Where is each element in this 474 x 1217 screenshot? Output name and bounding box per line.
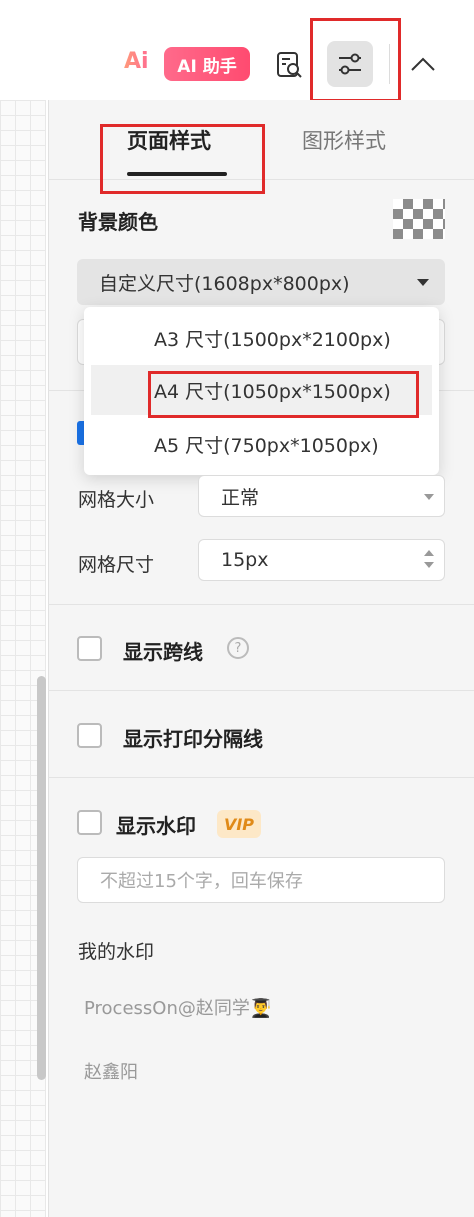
grid-spacing-label: 网格尺寸 — [78, 554, 155, 576]
watermark-item[interactable]: ProcessOn@赵同学👨‍🎓 — [84, 994, 272, 1020]
ai-assistant-button[interactable]: AI 助手 — [164, 47, 250, 81]
grid-spacing-value: 15px — [221, 549, 269, 571]
checker-transparent-icon[interactable] — [393, 199, 445, 239]
my-watermark-title: 我的水印 — [78, 941, 155, 963]
background-color-title: 背景颜色 — [78, 210, 158, 234]
vip-badge: VIP — [217, 810, 261, 838]
annotation-box-a4 — [148, 371, 419, 418]
top-toolbar: Ai AI 助手 — [0, 0, 474, 100]
watermark-placeholder: 不超过15个字，回车保存 — [100, 871, 303, 892]
dropdown-option-a3[interactable]: A3 尺寸(1500px*2100px) — [84, 313, 439, 363]
grid-spacing-stepper[interactable]: 15px — [198, 539, 445, 581]
page-size-selected-value: 自定义尺寸(1608px*800px) — [99, 272, 350, 295]
section-divider — [48, 690, 474, 691]
search-doc-icon[interactable] — [274, 50, 304, 80]
chevron-up-icon[interactable] — [408, 50, 438, 80]
vertical-scrollbar[interactable] — [37, 676, 46, 1080]
watermark-input[interactable]: 不超过15个字，回车保存 — [77, 857, 445, 903]
help-icon[interactable]: ? — [227, 637, 249, 659]
annotation-box-tab — [100, 124, 265, 194]
tab-shape-style[interactable]: 图形样式 — [302, 125, 386, 155]
dropdown-option-a5[interactable]: A5 尺寸(750px*1050px) — [84, 419, 439, 469]
page-size-select[interactable]: 自定义尺寸(1608px*800px) — [77, 259, 445, 305]
grid-size-select[interactable]: 正常 — [198, 475, 445, 517]
watermark-checkbox[interactable] — [77, 810, 102, 835]
stepper-arrows-icon[interactable] — [424, 550, 434, 572]
print-divider-checkbox[interactable] — [77, 723, 102, 748]
print-divider-label: 显示打印分隔线 — [123, 727, 263, 751]
grid-size-label: 网格大小 — [78, 489, 155, 511]
crossline-checkbox[interactable] — [77, 636, 102, 661]
section-divider — [48, 604, 474, 605]
ai-logo-icon[interactable]: Ai — [124, 49, 164, 79]
caret-down-icon — [424, 494, 434, 500]
watermark-item[interactable]: 赵鑫阳 — [84, 1058, 138, 1084]
watermark-label: 显示水印 — [116, 814, 196, 838]
crossline-label: 显示跨线 — [123, 640, 203, 664]
grid-size-value: 正常 — [221, 486, 260, 509]
caret-down-icon — [417, 279, 429, 286]
section-divider — [48, 777, 474, 778]
annotation-box-settings — [310, 18, 401, 102]
